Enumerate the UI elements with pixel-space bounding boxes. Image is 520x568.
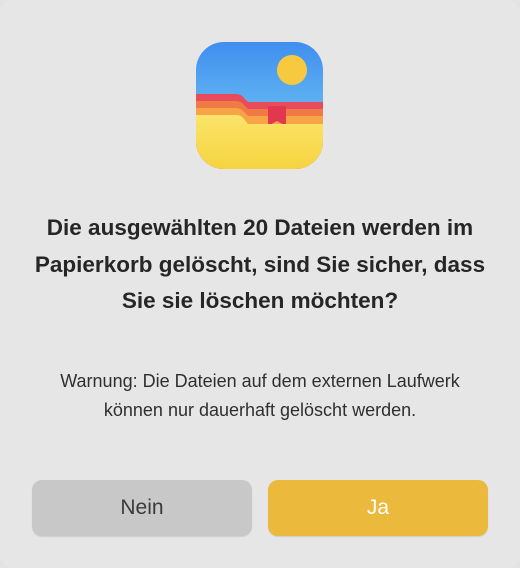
confirm-delete-dialog: Die ausgewählten 20 Dateien werden im Pa… — [0, 0, 520, 568]
no-button[interactable]: Nein — [32, 480, 252, 536]
dialog-title: Die ausgewählten 20 Dateien werden im Pa… — [34, 215, 486, 313]
photo-folder-icon — [196, 42, 323, 169]
yes-button[interactable]: Ja — [268, 480, 488, 536]
dialog-message: Warnung: Die Dateien auf dem externen La… — [60, 371, 460, 420]
